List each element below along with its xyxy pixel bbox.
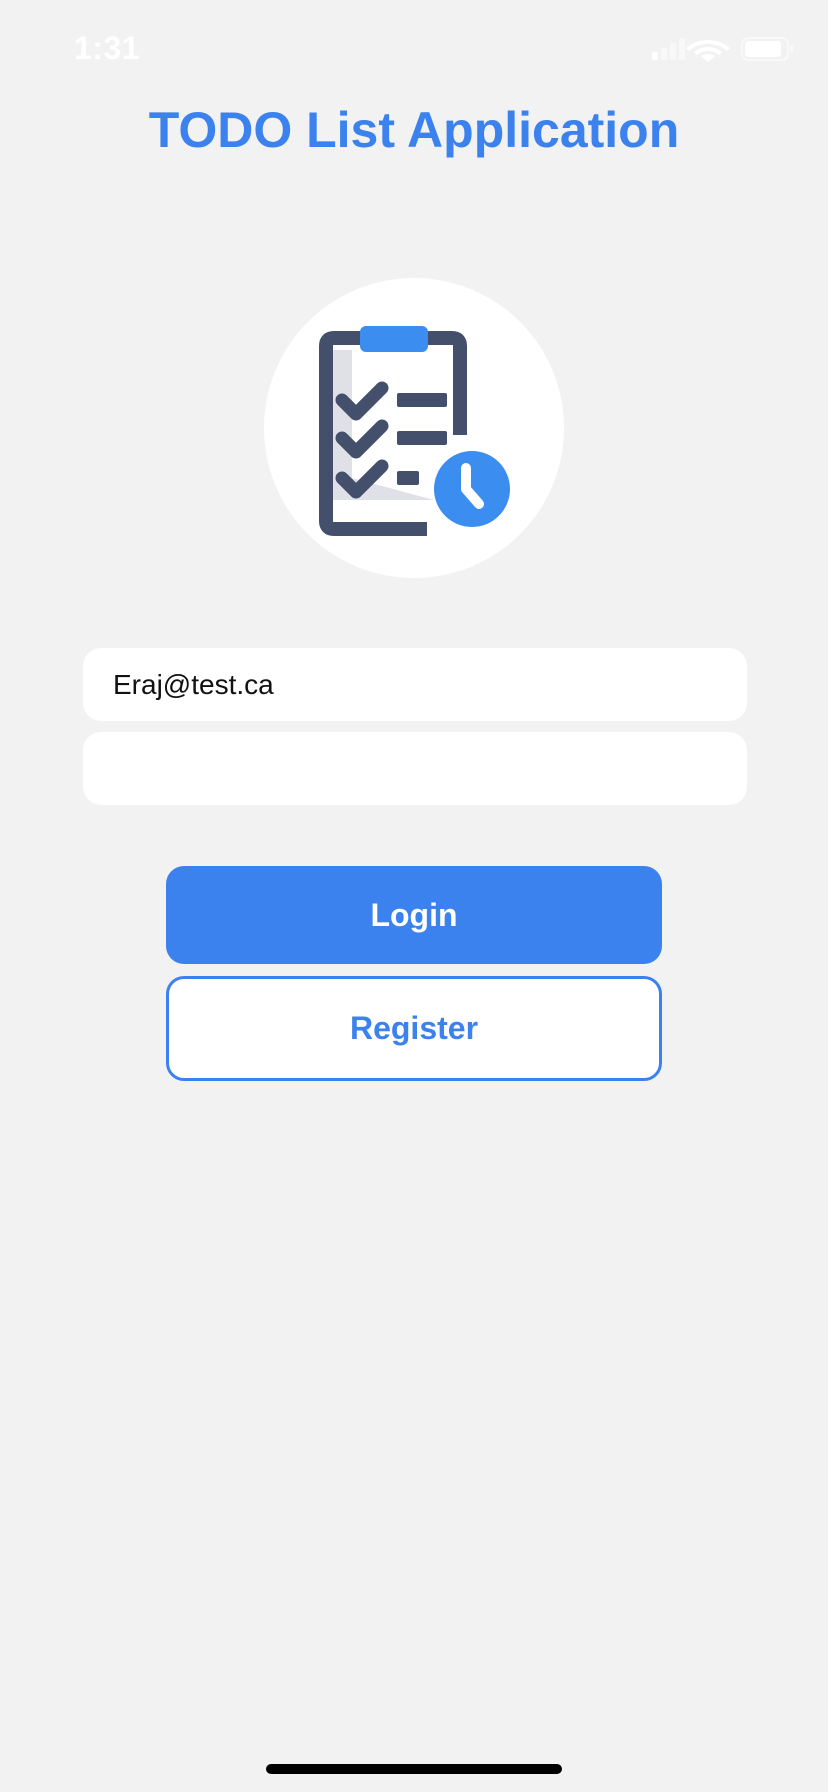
status-icons bbox=[652, 36, 794, 62]
email-field[interactable] bbox=[83, 648, 747, 721]
app-title: TODO List Application bbox=[148, 102, 680, 158]
status-bar: 1:31 bbox=[0, 0, 828, 100]
status-time: 1:31 bbox=[74, 30, 141, 66]
home-indicator[interactable] bbox=[266, 1764, 562, 1774]
register-button[interactable]: Register bbox=[166, 976, 662, 1081]
login-button[interactable]: Login bbox=[166, 866, 662, 964]
wifi-icon bbox=[686, 40, 730, 62]
clipboard-checklist-clock-icon bbox=[319, 326, 510, 536]
battery-icon bbox=[741, 37, 793, 61]
app-logo bbox=[264, 278, 564, 578]
password-field[interactable] bbox=[83, 732, 747, 805]
login-screen: 1:31 TODO List Application Eraj@test.ca … bbox=[0, 0, 828, 1792]
signal-icon bbox=[652, 38, 685, 60]
